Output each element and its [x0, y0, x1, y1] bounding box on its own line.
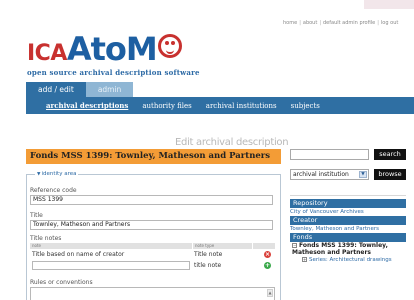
browse-button[interactable]: browse	[374, 169, 406, 180]
logo-ica-text: ICA	[27, 41, 67, 66]
tab-admin[interactable]: admin	[85, 82, 134, 97]
title-label: Title	[30, 212, 43, 219]
table-header: note note type	[30, 243, 275, 249]
search-button[interactable]: search	[374, 149, 406, 160]
title-notes-label: Title notes	[30, 235, 62, 242]
primary-nav: add / edit admin	[26, 82, 134, 97]
profile-link[interactable]: default admin profile	[323, 20, 375, 26]
rules-conventions-textarea[interactable]: ▲	[30, 287, 275, 300]
chevron-down-icon: ▼	[359, 171, 367, 178]
triangle-down-icon: ▼	[37, 172, 41, 177]
creator-link[interactable]: Townley, Matheson and Partners	[290, 225, 406, 233]
browse-select-value: archival institution	[293, 171, 349, 178]
add-icon[interactable]: +	[264, 262, 271, 269]
logo-tagline: open source archival description softwar…	[27, 68, 200, 77]
fonds-header: Fonds	[290, 233, 406, 242]
repository-link[interactable]: City of Vancouver Archives	[290, 208, 406, 216]
browse-select[interactable]: archival institution ▼	[290, 169, 369, 180]
identity-area-fieldset: ▼identity area Reference code MSS 1399 T…	[26, 171, 281, 300]
search-input[interactable]	[290, 149, 369, 160]
collapse-icon[interactable]: −	[292, 243, 297, 248]
scroll-up-icon[interactable]: ▲	[267, 289, 273, 297]
utility-links: home | about | default admin profile | log out	[283, 20, 399, 26]
tree-item-fonds-label: Fonds MSS 1399: Townley, Matheson and Pa…	[292, 242, 388, 256]
logo-atom-text: AtoM	[66, 30, 158, 68]
reference-code-field[interactable]: MSS 1399	[30, 195, 273, 205]
column-header-note: note	[32, 243, 42, 248]
title-field[interactable]: Townley, Matheson and Partners	[30, 220, 273, 230]
site-logo[interactable]: ICAAtoM open source archival description…	[27, 30, 199, 77]
record-title: Fonds MSS 1399: Townley, Matheson and Pa…	[26, 149, 281, 164]
column-header-note-type: note type	[192, 243, 252, 249]
creator-header: Creator	[290, 216, 406, 225]
secondary-nav: archival descriptions authority files ar…	[26, 97, 414, 114]
reference-code-label: Reference code	[30, 187, 77, 194]
tree-item-series[interactable]: + Series: Architectural drawings	[290, 256, 406, 264]
logout-link[interactable]: log out	[381, 20, 398, 26]
home-link[interactable]: home	[283, 20, 297, 26]
note-type-text[interactable]: title note	[192, 262, 252, 269]
nav-archival-institutions[interactable]: archival institutions	[206, 102, 277, 110]
new-note-input[interactable]	[32, 261, 190, 270]
repository-header: Repository	[290, 199, 406, 208]
page-title: Edit archival description	[175, 137, 289, 148]
tree-item-fonds[interactable]: − Fonds MSS 1399: Townley, Matheson and P…	[290, 242, 406, 256]
tab-add-edit[interactable]: add / edit	[26, 82, 86, 97]
logo-face-icon	[157, 34, 182, 58]
delete-icon[interactable]: ×	[264, 251, 271, 258]
corner-decoration	[364, 0, 414, 9]
table-row: title note +	[30, 260, 275, 271]
table-row: Title based on name of creator Title not…	[30, 249, 275, 260]
expand-icon[interactable]: +	[302, 257, 307, 262]
about-link[interactable]: about	[303, 20, 317, 26]
note-text: Title based on name of creator	[32, 251, 125, 258]
nav-authority-files[interactable]: authority files	[142, 102, 191, 110]
nav-archival-descriptions[interactable]: archival descriptions	[46, 101, 128, 110]
title-notes-table: note note type Title based on name of cr…	[30, 243, 275, 271]
context-panel: Repository City of Vancouver Archives Cr…	[290, 195, 406, 264]
identity-area-toggle[interactable]: ▼identity area	[35, 171, 79, 177]
tree-item-series-label: Series: Architectural drawings	[309, 257, 392, 263]
identity-area-legend: identity area	[41, 171, 77, 177]
rules-conventions-label: Rules or conventions	[30, 279, 93, 286]
note-type-text: Title note	[194, 251, 223, 258]
nav-subjects[interactable]: subjects	[291, 102, 320, 110]
